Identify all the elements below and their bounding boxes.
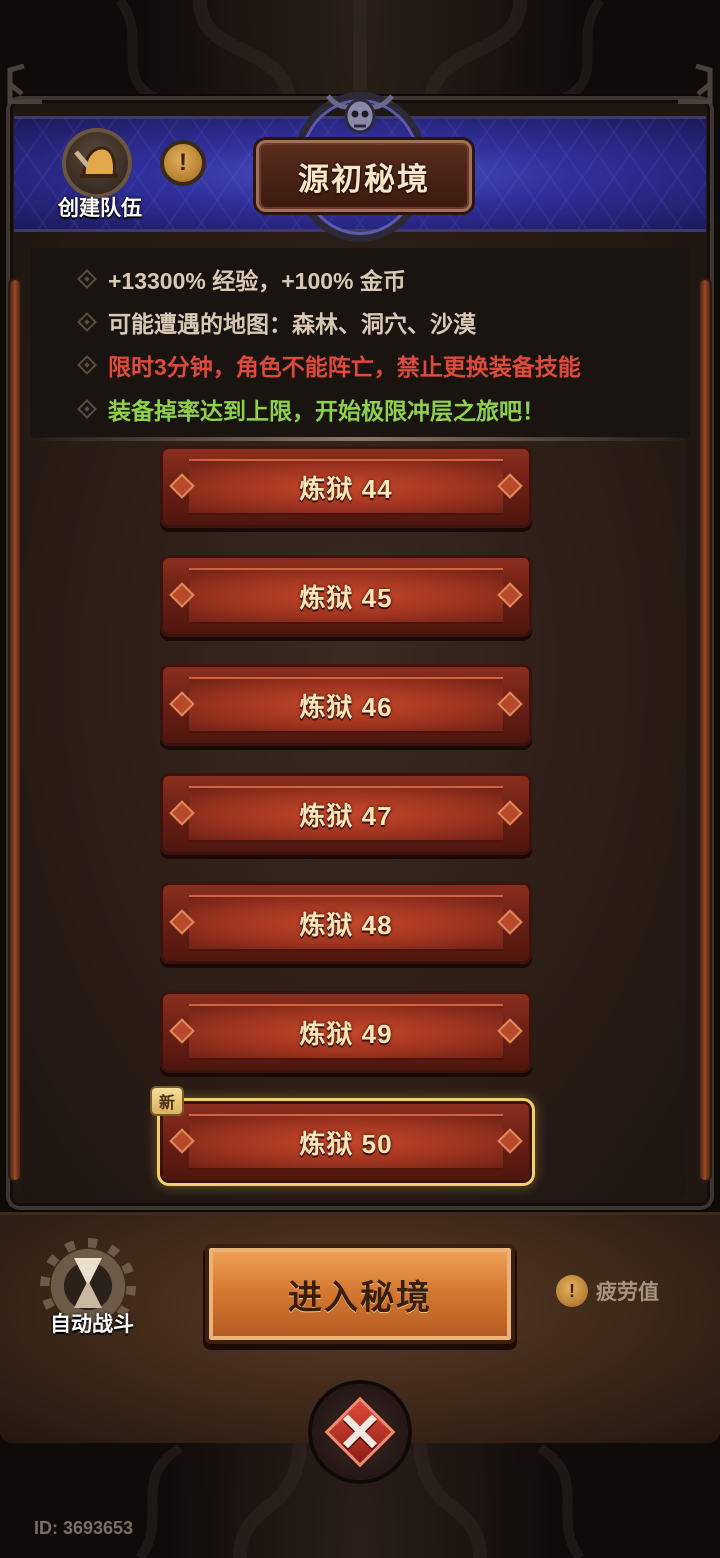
corner-ornament-top-left [7,64,42,104]
fatigue-label: 疲劳值 [596,1281,659,1304]
corner-ornament-top-right [678,64,713,104]
info-text: +13300% 经验，+100% 金币 [108,268,406,294]
create-team-label: 创建队伍 [58,197,142,220]
level-button[interactable]: 炼狱 45 [163,558,529,634]
level-label: 炼狱 48 [299,909,393,940]
user-id: ID: 3693653 [34,1518,134,1538]
close-icon: ✕ [337,1402,383,1463]
level-button[interactable]: 炼狱 49 [163,994,529,1070]
create-team-button[interactable]: 创建队伍 [52,128,148,224]
level-button[interactable]: 炼狱 46 [163,667,529,743]
level-label: 炼狱 46 [299,691,393,722]
new-badge: 新 [150,1086,184,1116]
bell-icon [74,146,118,178]
level-label: 炼狱 49 [299,1018,393,1049]
enter-dungeon-button[interactable]: 进入秘境 [205,1244,515,1344]
info-line-bonus: +13300% 经验，+100% 金币 [77,262,406,296]
divider [30,437,690,441]
info-line-maps: 可能遭遇的地图：森林、洞穴、沙漠 [77,305,476,339]
level-label: 炼狱 47 [299,800,393,831]
auto-battle-label: 自动战斗 [50,1313,134,1336]
level-label: 炼狱 50 [299,1128,393,1159]
page-title: 源初秘境 [298,161,430,197]
close-button[interactable]: ✕ [312,1384,408,1480]
info-line-rules: 限时3分钟，角色不能阵亡，禁止更换装备技能 [77,348,581,382]
level-button-selected[interactable]: 炼狱 50 [163,1104,529,1180]
team-bell-icon [62,128,132,198]
diamond-bullet-icon [77,312,97,332]
level-label: 炼狱 44 [299,473,393,504]
auto-battle-button[interactable]: 自动战斗 [38,1244,146,1344]
info-icon: ! [179,149,187,176]
info-line-hint: 装备掉率达到上限，开始极限冲层之旅吧！ [77,392,545,426]
horned-skull-icon [326,94,394,134]
level-button[interactable]: 炼狱 47 [163,776,529,852]
info-icon: ! [556,1275,588,1307]
fatigue-info[interactable]: ! 疲劳值 [556,1275,659,1307]
diamond-bullet-icon [77,399,97,419]
info-button[interactable]: ! [160,140,206,186]
level-label: 炼狱 45 [299,582,393,613]
info-text: 可能遭遇的地图：森林、洞穴、沙漠 [108,311,476,337]
diamond-bullet-icon [77,355,97,375]
left-side-bar [10,280,20,1180]
info-text: 限时3分钟，角色不能阵亡，禁止更换装备技能 [108,354,581,380]
level-button[interactable]: 炼狱 44 [163,449,529,525]
diamond-bullet-icon [77,269,97,289]
right-side-bar [700,280,710,1180]
level-button[interactable]: 炼狱 48 [163,885,529,961]
enter-dungeon-label: 进入秘境 [288,1278,432,1317]
info-text: 装备掉率达到上限，开始极限冲层之旅吧！ [108,398,545,424]
title-plate: 源初秘境 [256,140,472,212]
